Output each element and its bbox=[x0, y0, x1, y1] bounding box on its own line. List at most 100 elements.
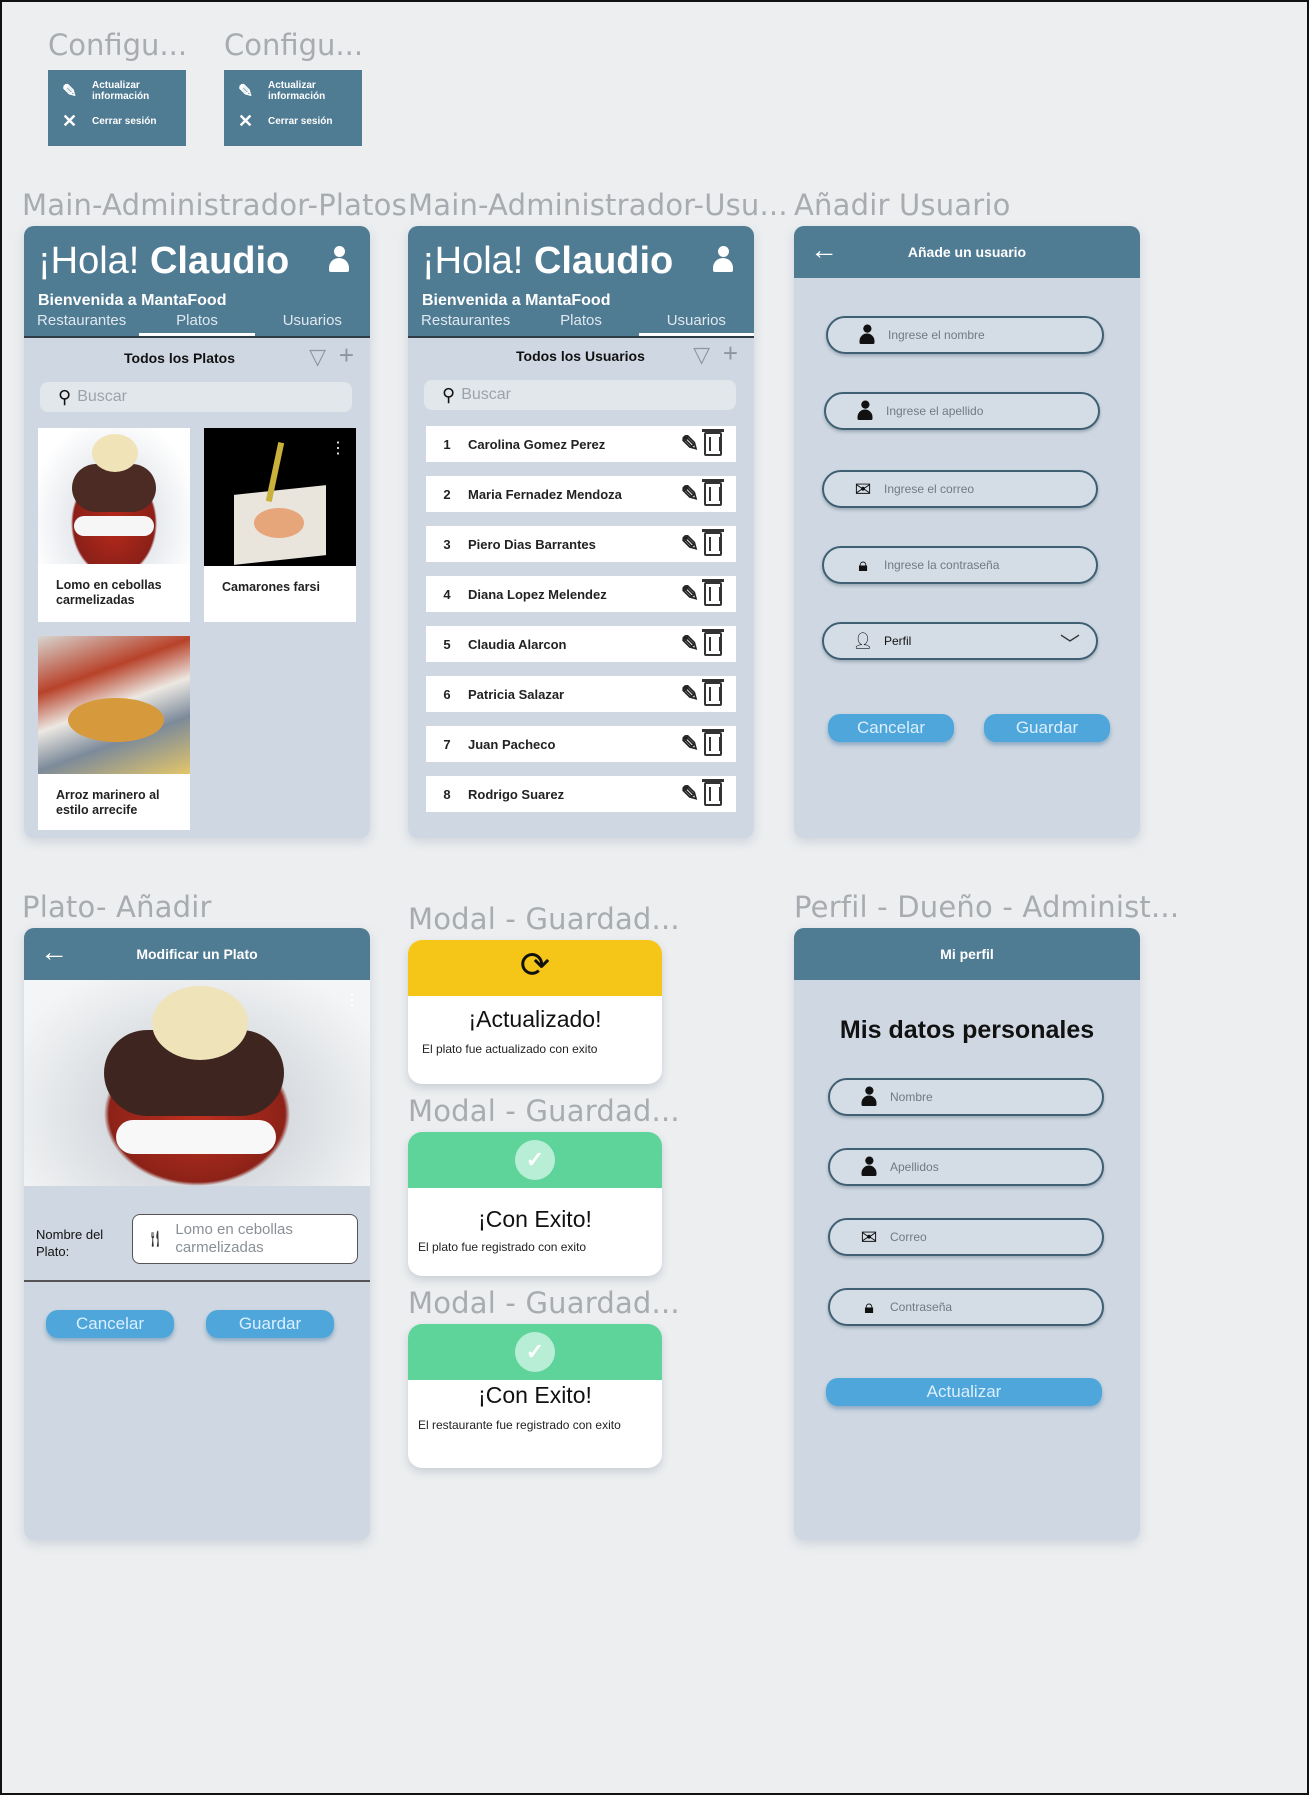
update-info-item[interactable]: ✎ Actualizar información bbox=[238, 80, 338, 102]
user-number: 1 bbox=[443, 436, 451, 452]
frame-label: Modal - Guardad... bbox=[408, 1094, 680, 1128]
search-icon: ⚲ bbox=[442, 384, 456, 405]
screen-header: ← Modificar un Plato bbox=[24, 928, 370, 980]
search-input[interactable]: ⚲ Buscar bbox=[424, 380, 736, 410]
name-field[interactable]: Ingrese el nombre bbox=[826, 316, 1104, 354]
tab-restaurantes[interactable]: Restaurantes bbox=[24, 312, 139, 336]
delete-icon[interactable] bbox=[702, 529, 724, 556]
tab-bar: Restaurantes Platos Usuarios bbox=[24, 312, 370, 336]
chevron-down-icon: ﹀ bbox=[1060, 634, 1080, 656]
edit-icon[interactable]: ✎ bbox=[676, 731, 704, 757]
add-icon[interactable]: + bbox=[339, 340, 354, 371]
modal-header: ✓ bbox=[408, 1132, 662, 1188]
close-icon: ✕ bbox=[62, 111, 78, 131]
tab-divider bbox=[24, 336, 370, 338]
delete-icon[interactable] bbox=[702, 479, 724, 506]
check-icon: ✓ bbox=[515, 1140, 555, 1180]
delete-icon[interactable] bbox=[702, 629, 724, 656]
tab-usuarios[interactable]: Usuarios bbox=[255, 312, 370, 336]
add-icon[interactable]: + bbox=[723, 338, 738, 369]
profile-icon[interactable] bbox=[712, 246, 734, 274]
save-button[interactable]: Guardar bbox=[984, 714, 1110, 742]
user-row[interactable]: 8 Rodrigo Suarez ✎ bbox=[426, 776, 736, 812]
email-field[interactable]: ✉ Correo bbox=[828, 1218, 1104, 1256]
usuarios-screen: ¡Hola! Claudio Bienvenida a MantaFood Re… bbox=[408, 226, 754, 838]
user-name: Maria Fernadez Mendoza bbox=[468, 486, 622, 502]
delete-icon[interactable] bbox=[702, 729, 724, 756]
tab-usuarios[interactable]: Usuarios bbox=[638, 312, 754, 336]
logout-item[interactable]: ✕ Cerrar sesión bbox=[238, 112, 332, 130]
edit-icon[interactable]: ✎ bbox=[676, 581, 704, 607]
name-field[interactable]: Nombre bbox=[828, 1078, 1104, 1116]
delete-icon[interactable] bbox=[702, 779, 724, 806]
more-icon[interactable]: ⋮ bbox=[344, 990, 360, 1010]
greeting-title: ¡Hola! Claudio bbox=[38, 240, 290, 282]
surname-field[interactable]: Ingrese el apellido bbox=[824, 392, 1100, 430]
delete-icon[interactable] bbox=[702, 679, 724, 706]
modal-updated: ⟳ ¡Actualizado! El plato fue actualizado… bbox=[408, 940, 662, 1084]
profile-select[interactable]: 👤︎ Perfil ﹀ bbox=[822, 622, 1098, 660]
search-input[interactable]: ⚲ Buscar bbox=[40, 382, 352, 412]
user-row[interactable]: 4 Diana Lopez Melendez ✎ bbox=[426, 576, 736, 612]
frame-label: Modal - Guardad... bbox=[408, 902, 680, 936]
screen-title: Modificar un Plato bbox=[136, 946, 258, 962]
filter-icon[interactable]: ▽ bbox=[309, 344, 326, 370]
modal-success: ✓ ¡Con Exito! El restaurante fue registr… bbox=[408, 1324, 662, 1468]
edit-icon[interactable]: ✎ bbox=[676, 681, 704, 707]
frame-label: Perfil - Dueño - Administ... bbox=[794, 890, 1180, 924]
password-field[interactable]: 🔒︎ Contraseña bbox=[828, 1288, 1104, 1326]
tab-platos[interactable]: Platos bbox=[523, 312, 638, 336]
user-number: 3 bbox=[443, 536, 451, 552]
edit-icon[interactable]: ✎ bbox=[676, 531, 704, 557]
frame-label: Main-Administrador-Platos bbox=[22, 188, 407, 222]
frame-label: Configu... bbox=[224, 28, 364, 62]
user-name: Patricia Salazar bbox=[468, 686, 565, 702]
screen-title: Mi perfil bbox=[940, 946, 994, 962]
update-button[interactable]: Actualizar bbox=[826, 1378, 1102, 1406]
user-number: 2 bbox=[443, 486, 451, 502]
tab-restaurantes[interactable]: Restaurantes bbox=[408, 312, 523, 336]
edit-icon[interactable]: ✎ bbox=[676, 631, 704, 657]
screen-title: Añade un usuario bbox=[907, 244, 1027, 260]
more-icon[interactable]: ⋮ bbox=[330, 438, 346, 458]
lock-icon: 🔒︎ bbox=[858, 554, 868, 575]
filter-icon[interactable]: ▽ bbox=[693, 342, 710, 368]
divider bbox=[24, 1280, 370, 1282]
frame-label: Modal - Guardad... bbox=[408, 1286, 680, 1320]
dish-card[interactable]: Lomo en cebollas carmelizadas bbox=[38, 428, 190, 622]
screen-header: Mi perfil bbox=[794, 928, 1140, 980]
delete-icon[interactable] bbox=[702, 429, 724, 456]
user-row[interactable]: 6 Patricia Salazar ✎ bbox=[426, 676, 736, 712]
modal-title: ¡Con Exito! bbox=[478, 1206, 592, 1232]
edit-icon[interactable]: ✎ bbox=[676, 481, 704, 507]
config-menu: Configu... ✎ Actualizar información ✕ Cerr… bbox=[224, 28, 364, 146]
surname-field[interactable]: Apellidos bbox=[828, 1148, 1104, 1186]
config-dropdown: ✎ Actualizar información ✕ Cerrar sesión bbox=[48, 70, 186, 146]
user-row[interactable]: 3 Piero Dias Barrantes ✎ bbox=[426, 526, 736, 562]
user-name: Piero Dias Barrantes bbox=[468, 536, 596, 552]
user-name: Carolina Gomez Perez bbox=[468, 436, 606, 452]
save-button[interactable]: Guardar bbox=[206, 1310, 334, 1338]
dish-image bbox=[38, 428, 190, 564]
dish-card[interactable]: Arroz marinero al estilo arrecife bbox=[38, 636, 190, 830]
section-title: Todos los Usuarios bbox=[516, 348, 645, 364]
email-field[interactable]: ✉ Ingrese el correo bbox=[822, 470, 1098, 508]
update-info-item[interactable]: ✎ Actualizar información bbox=[62, 80, 162, 102]
cancel-button[interactable]: Cancelar bbox=[46, 1310, 174, 1338]
frame-label: Main-Administrador-Usu... bbox=[408, 188, 788, 222]
cancel-button[interactable]: Cancelar bbox=[828, 714, 954, 742]
dish-name-field[interactable]: 🍴︎ Lomo en cebollas carmelizadas bbox=[132, 1214, 358, 1264]
user-row[interactable]: 7 Juan Pacheco ✎ bbox=[426, 726, 736, 762]
user-row[interactable]: 1 Carolina Gomez Perez ✎ bbox=[426, 426, 736, 462]
user-row[interactable]: 5 Claudia Alarcon ✎ bbox=[426, 626, 736, 662]
edit-icon[interactable]: ✎ bbox=[676, 431, 704, 457]
logout-item[interactable]: ✕ Cerrar sesión bbox=[62, 111, 156, 131]
edit-icon[interactable]: ✎ bbox=[676, 781, 704, 807]
password-field[interactable]: 🔒︎ Ingrese la contraseña bbox=[822, 546, 1098, 584]
profile-icon[interactable] bbox=[328, 246, 350, 274]
tab-platos[interactable]: Platos bbox=[139, 312, 255, 336]
delete-icon[interactable] bbox=[702, 579, 724, 606]
tab-divider bbox=[408, 336, 754, 338]
user-row[interactable]: 2 Maria Fernadez Mendoza ✎ bbox=[426, 476, 736, 512]
dish-card[interactable]: ⋮ Camarones farsi bbox=[204, 428, 356, 622]
